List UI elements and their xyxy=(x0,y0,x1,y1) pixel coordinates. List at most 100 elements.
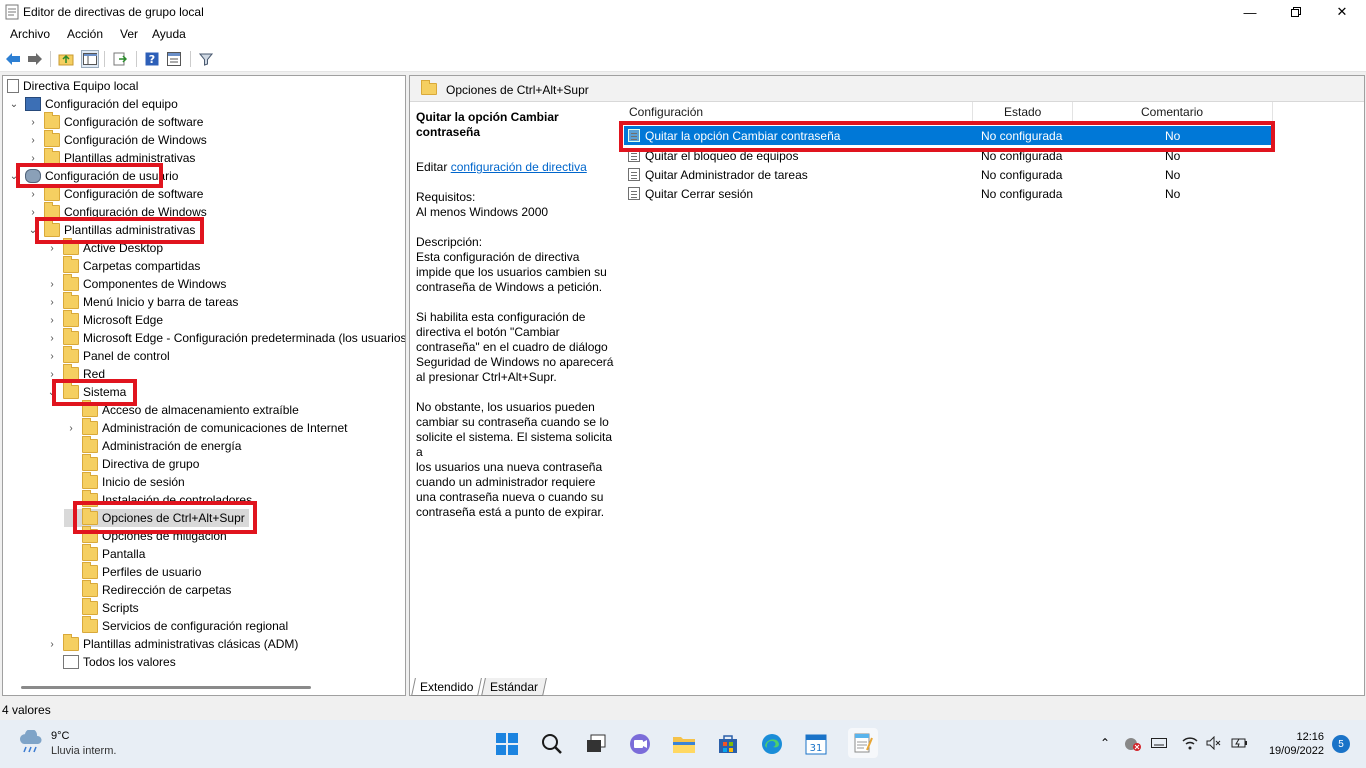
chat-icon[interactable] xyxy=(628,732,652,756)
tree-item-opciones-mitigacion[interactable]: Opciones de mitigación xyxy=(64,526,227,545)
tree-item-scripts[interactable]: Scripts xyxy=(64,598,139,617)
tree-item-admin-energia[interactable]: Administración de energía xyxy=(64,436,241,455)
task-view-icon[interactable] xyxy=(584,732,608,756)
chevron-right-icon[interactable]: › xyxy=(26,133,40,147)
wifi-icon[interactable] xyxy=(1182,736,1198,753)
tree-item-usuario-software[interactable]: › Configuración de software xyxy=(26,184,203,203)
chevron-right-icon[interactable]: › xyxy=(45,349,59,363)
tree-item-panel-control[interactable]: › Panel de control xyxy=(45,346,170,365)
chevron-right-icon[interactable]: › xyxy=(26,187,40,201)
tree-item-opciones-ctrl-alt-supr[interactable]: Opciones de Ctrl+Alt+Supr xyxy=(64,508,249,527)
back-icon[interactable] xyxy=(4,50,22,68)
tree-item-menu-inicio[interactable]: › Menú Inicio y barra de tareas xyxy=(45,292,238,311)
battery-icon[interactable] xyxy=(1230,736,1248,753)
tree-item-acceso-almacenamiento[interactable]: Acceso de almacenamiento extraíble xyxy=(64,400,299,419)
chevron-right-icon[interactable]: › xyxy=(45,277,59,291)
help-icon[interactable]: ? xyxy=(143,50,161,68)
up-folder-icon[interactable] xyxy=(57,50,75,68)
chevron-down-icon[interactable]: ⌄ xyxy=(45,385,59,399)
chevron-right-icon[interactable]: › xyxy=(26,115,40,129)
tree-item-usuario-windows[interactable]: › Configuración de Windows xyxy=(26,202,207,221)
column-header-comentario[interactable]: Comentario xyxy=(1141,105,1203,123)
minimize-button[interactable]: — xyxy=(1227,0,1273,24)
tree-item-microsoft-edge-default[interactable]: › Microsoft Edge - Configuración predete… xyxy=(45,328,405,347)
network-error-icon[interactable] xyxy=(1124,737,1142,754)
column-header-configuracion[interactable]: Configuración xyxy=(629,105,703,123)
menu-archivo[interactable]: Archivo xyxy=(10,27,50,41)
chevron-right-icon[interactable]: › xyxy=(45,367,59,381)
calendar-icon[interactable]: 31 xyxy=(804,732,828,756)
tree-item-plantillas-clasicas[interactable]: › Plantillas administrativas clásicas (A… xyxy=(45,634,298,653)
maximize-button[interactable] xyxy=(1273,0,1319,24)
tree-item-componentes-windows[interactable]: › Componentes de Windows xyxy=(45,274,226,293)
edit-policy-link[interactable]: configuración de directiva xyxy=(451,160,587,174)
tree-item-carpetas-compartidas[interactable]: Carpetas compartidas xyxy=(45,256,200,275)
forward-icon[interactable] xyxy=(26,50,44,68)
tab-extendido[interactable]: Extendido xyxy=(411,678,483,696)
policy-row-cambiar-contrasena[interactable]: Quitar la opción Cambiar contraseña No c… xyxy=(624,126,1274,145)
chevron-right-icon[interactable]: › xyxy=(45,637,59,651)
tree-item-directiva-grupo[interactable]: Directiva de grupo xyxy=(64,454,199,473)
policy-row-administrador-tareas[interactable]: Quitar Administrador de tareas No config… xyxy=(624,165,1274,184)
chevron-right-icon[interactable]: › xyxy=(45,331,59,345)
tree-item-active-desktop[interactable]: › Active Desktop xyxy=(45,238,163,257)
tree-item-perfiles-usuario[interactable]: Perfiles de usuario xyxy=(64,562,201,581)
menu-ver[interactable]: Ver xyxy=(120,27,138,41)
keyboard-icon[interactable] xyxy=(1151,737,1167,752)
menu-accion[interactable]: Acción xyxy=(67,27,103,41)
tree-item-redireccion-carpetas[interactable]: Redirección de carpetas xyxy=(64,580,231,599)
tree-item-servicios-regional[interactable]: Servicios de configuración regional xyxy=(64,616,288,635)
tree-item-pantalla[interactable]: Pantalla xyxy=(64,544,145,563)
tree-item-directiva-equipo-local[interactable]: Directiva Equipo local xyxy=(7,77,138,95)
notification-badge[interactable]: 5 xyxy=(1332,735,1350,753)
chevron-down-icon[interactable]: ⌄ xyxy=(7,97,21,111)
export-list-icon[interactable] xyxy=(111,50,129,68)
horizontal-scrollbar[interactable] xyxy=(21,686,311,689)
properties-icon[interactable] xyxy=(165,50,183,68)
show-hide-tree-icon[interactable] xyxy=(81,50,99,68)
system-clock[interactable]: 12:16 19/09/2022 xyxy=(1262,730,1324,758)
close-button[interactable]: ✕ xyxy=(1319,0,1365,24)
tree-item-configuracion-equipo[interactable]: ⌄ Configuración del equipo xyxy=(7,95,178,113)
menu-ayuda[interactable]: Ayuda xyxy=(152,27,186,41)
file-explorer-icon[interactable] xyxy=(672,732,696,756)
tab-estandar[interactable]: Estándar xyxy=(481,678,547,696)
tree-item-todos-valores[interactable]: Todos los valores xyxy=(45,653,176,671)
volume-muted-icon[interactable] xyxy=(1206,735,1222,753)
chevron-right-icon[interactable]: › xyxy=(45,295,59,309)
tree-item-inicio-sesion[interactable]: Inicio de sesión xyxy=(64,472,185,491)
store-icon[interactable] xyxy=(716,732,740,756)
tree-item-red[interactable]: › Red xyxy=(45,364,105,383)
tree-item-equipo-windows[interactable]: › Configuración de Windows xyxy=(26,130,207,149)
notepad-icon[interactable] xyxy=(848,728,878,758)
search-icon[interactable] xyxy=(540,732,564,756)
chevron-right-icon[interactable]: › xyxy=(45,313,59,327)
edge-icon[interactable] xyxy=(760,732,784,756)
chevron-down-icon[interactable]: ⌄ xyxy=(7,169,21,183)
tree-item-label: Opciones de Ctrl+Alt+Supr xyxy=(102,511,245,525)
windows-start-icon[interactable] xyxy=(495,732,519,756)
tree-item-instalacion-controladores[interactable]: Instalación de controladores xyxy=(64,490,252,509)
policy-row-cerrar-sesion[interactable]: Quitar Cerrar sesión No configurada No xyxy=(624,184,1274,203)
tree-item-admin-comunicaciones[interactable]: › Administración de comunicaciones de In… xyxy=(64,418,347,437)
title-bar: Editor de directivas de grupo local — ✕ xyxy=(0,0,1366,24)
column-header-estado[interactable]: Estado xyxy=(1004,105,1041,123)
chevron-up-icon[interactable]: ⌃ xyxy=(1100,736,1110,750)
tree-item-sistema[interactable]: ⌄ Sistema xyxy=(45,382,126,401)
chevron-down-icon[interactable]: ⌄ xyxy=(26,223,40,237)
window-title: Editor de directivas de grupo local xyxy=(23,5,204,19)
folder-icon xyxy=(44,184,60,201)
tree-item-microsoft-edge[interactable]: › Microsoft Edge xyxy=(45,310,163,329)
tree-item-configuracion-usuario[interactable]: ⌄ Configuración de usuario xyxy=(7,167,178,185)
chevron-right-icon[interactable]: › xyxy=(45,241,59,255)
status-bar: 4 valores xyxy=(0,700,1366,720)
chevron-right-icon[interactable]: › xyxy=(26,151,40,165)
tree-item-usuario-plantillas[interactable]: ⌄ Plantillas administrativas xyxy=(26,220,195,239)
policy-row-bloqueo-equipos[interactable]: Quitar el bloqueo de equipos No configur… xyxy=(624,146,1274,165)
chevron-right-icon[interactable]: › xyxy=(26,205,40,219)
chevron-right-icon[interactable]: › xyxy=(64,421,78,435)
filter-icon[interactable] xyxy=(197,50,215,68)
tree-item-equipo-software[interactable]: › Configuración de software xyxy=(26,112,203,131)
tree-item-equipo-plantillas[interactable]: › Plantillas administrativas xyxy=(26,148,195,167)
weather-widget[interactable]: 9°C Lluvia interm. xyxy=(18,728,116,757)
